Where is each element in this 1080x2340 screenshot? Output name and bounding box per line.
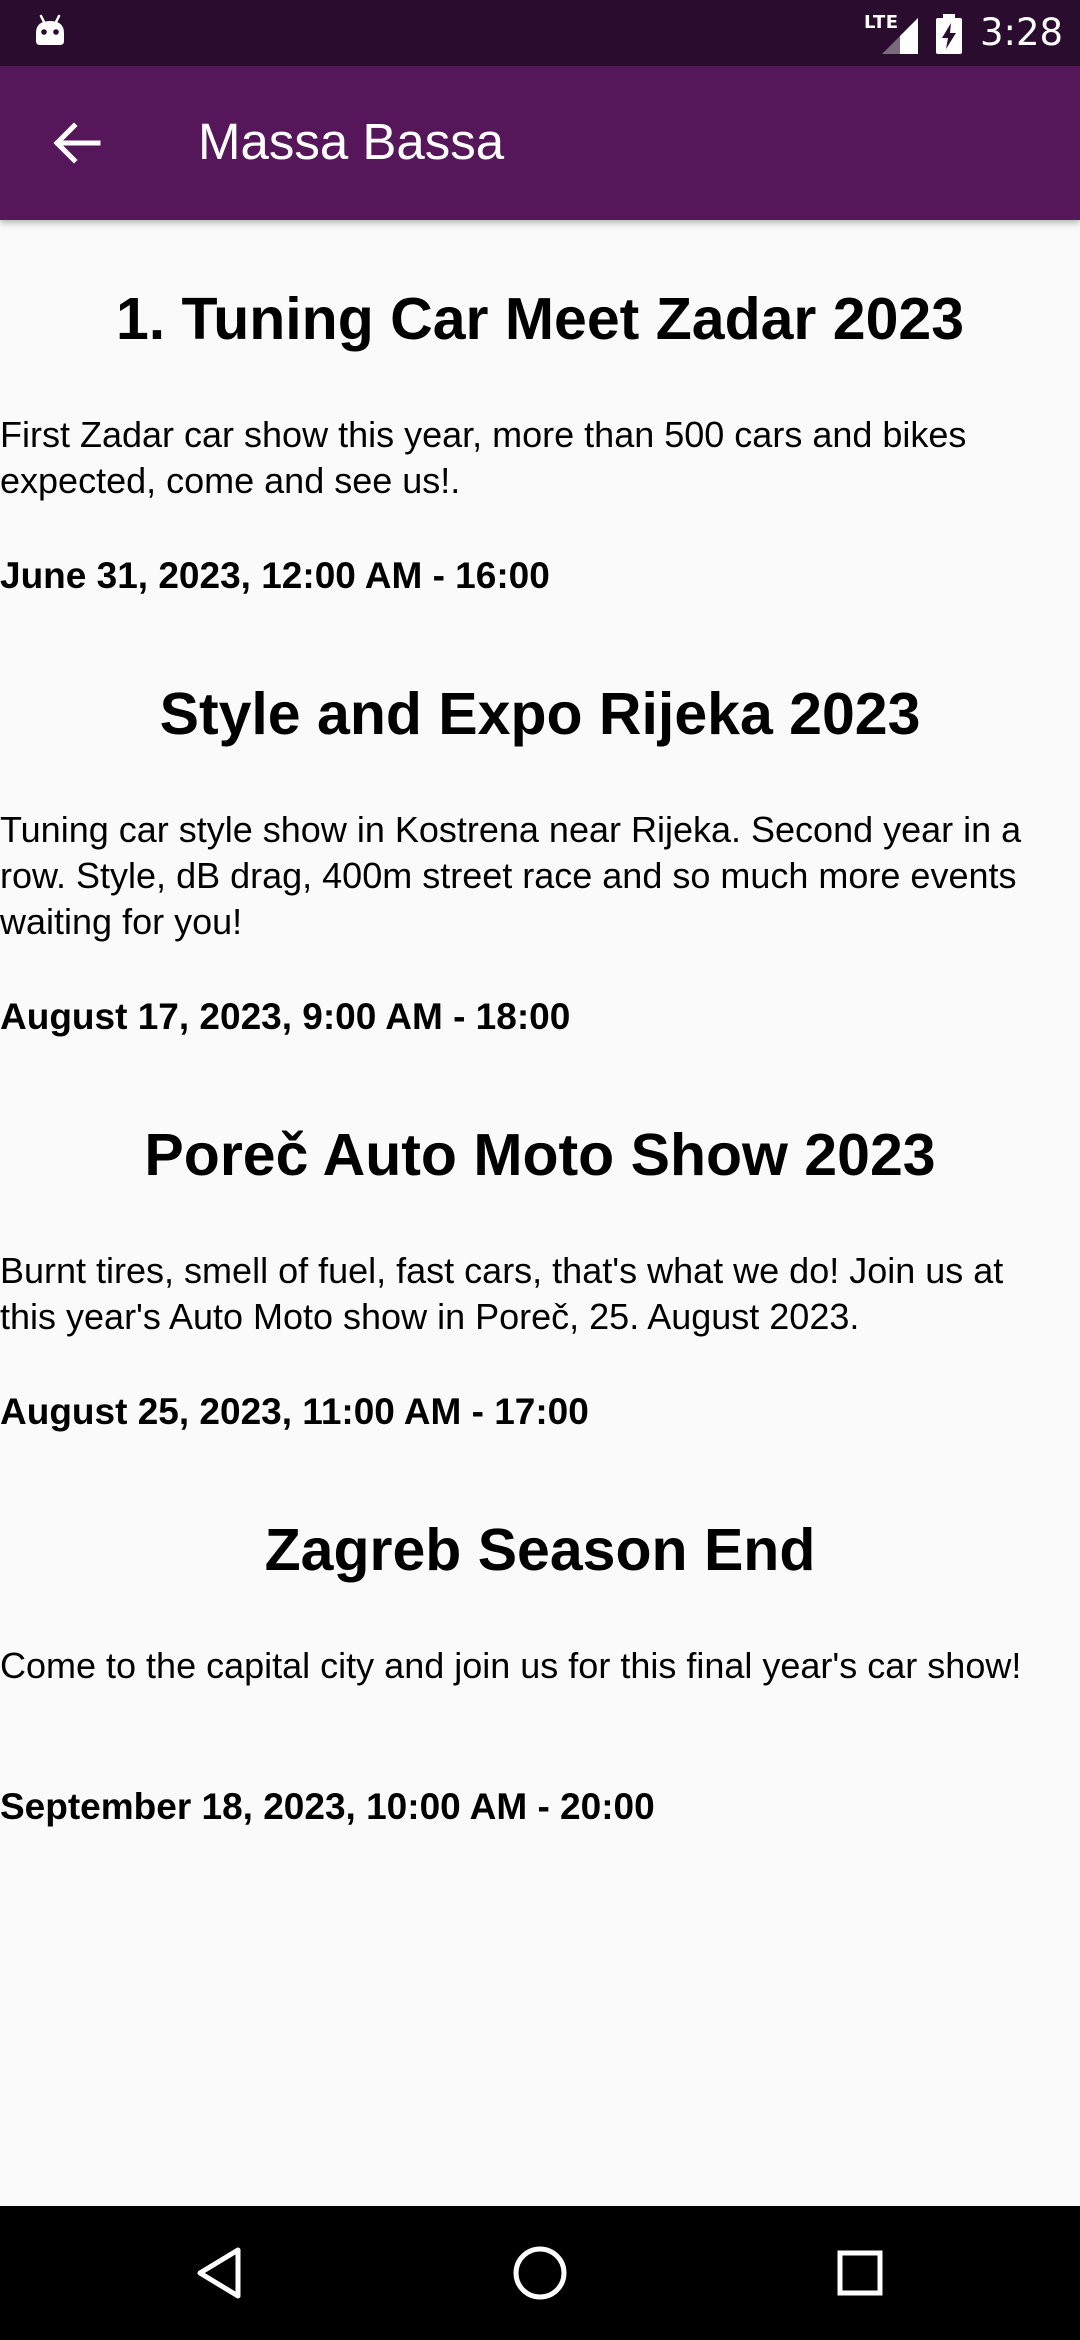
recents-square-icon[interactable] (825, 2238, 895, 2308)
event-datetime: June 31, 2023, 12:00 AM - 16:00 (0, 555, 550, 596)
app-title: Massa Bassa (198, 113, 505, 170)
arrow-left-icon[interactable] (46, 113, 106, 173)
event-description: Come to the capital city and join us for… (0, 1645, 1022, 1686)
android-robot-icon (36, 14, 64, 45)
signal-icon (882, 18, 918, 54)
event-description: First Zadar car show this year, more tha… (0, 414, 967, 501)
back-triangle-icon[interactable] (186, 2238, 256, 2308)
event-title: 1. Tuning Car Meet Zadar 2023 (115, 286, 965, 352)
event-description: Tuning car style show in Kostrena near R… (0, 809, 1022, 942)
app-bar: Massa Bassa (0, 66, 1080, 220)
clock: 3:28 (980, 11, 1064, 54)
event-title: Zagreb Season End (264, 1517, 816, 1583)
event-datetime: August 25, 2023, 11:00 AM - 17:00 (0, 1391, 589, 1432)
event-datetime: August 17, 2023, 9:00 AM - 18:00 (0, 996, 571, 1037)
status-bar: LTE 3:28 (0, 0, 1080, 66)
battery-charging-icon (936, 14, 962, 54)
event-datetime: September 18, 2023, 10:00 AM - 20:00 (0, 1786, 655, 1827)
home-circle-icon[interactable] (505, 2238, 575, 2308)
event-title: Poreč Auto Moto Show 2023 (144, 1122, 936, 1188)
event-description: Burnt tires, smell of fuel, fast cars, t… (0, 1250, 1004, 1337)
navigation-bar (0, 2206, 1080, 2340)
event-title: Style and Expo Rijeka 2023 (159, 681, 921, 747)
